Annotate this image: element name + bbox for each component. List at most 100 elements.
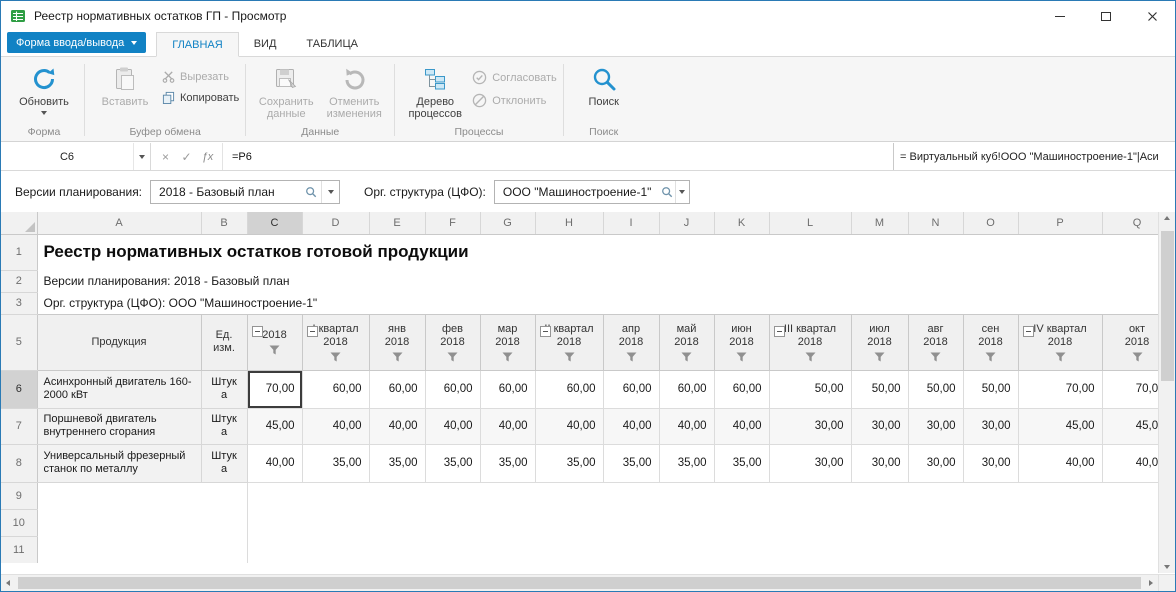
column-header-J[interactable]: J	[659, 212, 714, 234]
horizontal-scrollbar[interactable]	[1, 574, 1158, 591]
value-cell-G8[interactable]: 35,00	[480, 444, 535, 482]
value-cell-G7[interactable]: 40,00	[480, 408, 535, 444]
minimize-button[interactable]	[1037, 1, 1083, 31]
table-header-D[interactable]: I квартал2018	[302, 314, 369, 370]
value-cell-N7[interactable]: 30,00	[908, 408, 963, 444]
lookup-search-icon[interactable]	[301, 186, 321, 198]
process-tree-button[interactable]: Дерево процессов	[401, 60, 469, 120]
filter-funnel-icon[interactable]	[985, 352, 996, 362]
value-cell-F6[interactable]: 60,00	[425, 370, 480, 408]
filter-funnel-icon[interactable]	[1055, 352, 1066, 362]
value-cell-M7[interactable]: 30,00	[851, 408, 908, 444]
table-header-F[interactable]: фев2018	[425, 314, 480, 370]
sheet-title-cell[interactable]: Реестр нормативных остатков готовой прод…	[37, 234, 1158, 270]
table-header-H[interactable]: II квартал2018	[535, 314, 603, 370]
tab-home[interactable]: ГЛАВНАЯ	[156, 32, 238, 57]
table-header-G[interactable]: мар2018	[480, 314, 535, 370]
filter-funnel-icon[interactable]	[447, 352, 458, 362]
value-cell-L8[interactable]: 30,00	[769, 444, 851, 482]
value-cell-J6[interactable]: 60,00	[659, 370, 714, 408]
value-cell-P6[interactable]: 70,00	[1018, 370, 1102, 408]
row-header-1[interactable]: 1	[1, 234, 37, 270]
value-cell-F7[interactable]: 40,00	[425, 408, 480, 444]
empty-cell[interactable]	[247, 536, 1158, 563]
collapse-minus-icon[interactable]	[307, 326, 318, 337]
product-cell-A6[interactable]: Асинхронный двигатель 160-2000 кВт	[37, 370, 201, 408]
table-header-L[interactable]: III квартал2018	[769, 314, 851, 370]
table-header-N[interactable]: авг2018	[908, 314, 963, 370]
org-structure-combobox[interactable]: ООО "Машиностроение-1"	[494, 180, 690, 204]
value-cell-K7[interactable]: 40,00	[714, 408, 769, 444]
filter-funnel-icon[interactable]	[564, 352, 575, 362]
table-header-K[interactable]: июн2018	[714, 314, 769, 370]
column-header-G[interactable]: G	[480, 212, 535, 234]
row-header-10[interactable]: 10	[1, 509, 37, 536]
row-header-6[interactable]: 6	[1, 370, 37, 408]
unit-cell-B6[interactable]: Штука	[201, 370, 247, 408]
lookup-search-icon[interactable]	[659, 186, 674, 198]
value-cell-O7[interactable]: 30,00	[963, 408, 1018, 444]
value-cell-Q6[interactable]: 70,00	[1102, 370, 1158, 408]
collapse-minus-icon[interactable]	[252, 326, 263, 337]
combo-dropdown-arrow[interactable]	[675, 181, 689, 203]
table-header-A[interactable]: Продукция	[37, 314, 201, 370]
sheet-info-cell[interactable]: Версии планирования: 2018 - Базовый план	[37, 270, 1158, 292]
scroll-up-icon[interactable]	[1164, 216, 1170, 220]
value-cell-G6[interactable]: 60,00	[480, 370, 535, 408]
table-header-P[interactable]: IV квартал2018	[1018, 314, 1102, 370]
value-cell-C8[interactable]: 40,00	[247, 444, 302, 482]
vertical-scrollbar[interactable]	[1158, 212, 1175, 573]
horizontal-scroll-thumb[interactable]	[18, 577, 1141, 589]
table-header-O[interactable]: сен2018	[963, 314, 1018, 370]
value-cell-M8[interactable]: 30,00	[851, 444, 908, 482]
filter-funnel-icon[interactable]	[269, 345, 280, 355]
value-cell-N8[interactable]: 30,00	[908, 444, 963, 482]
column-header-A[interactable]: A	[37, 212, 201, 234]
value-cell-E6[interactable]: 60,00	[369, 370, 425, 408]
row-header-9[interactable]: 9	[1, 482, 37, 509]
value-cell-D6[interactable]: 60,00	[302, 370, 369, 408]
refresh-button[interactable]: Обновить	[10, 60, 78, 115]
scroll-down-icon[interactable]	[1164, 565, 1170, 569]
column-header-H[interactable]: H	[535, 212, 603, 234]
unit-cell-B7[interactable]: Штука	[201, 408, 247, 444]
sheet-info-cell[interactable]: Орг. структура (ЦФО): ООО "Машиностроени…	[37, 292, 1158, 314]
row-header-2[interactable]: 2	[1, 270, 37, 292]
value-cell-K8[interactable]: 35,00	[714, 444, 769, 482]
value-cell-D7[interactable]: 40,00	[302, 408, 369, 444]
value-cell-E7[interactable]: 40,00	[369, 408, 425, 444]
value-cell-F8[interactable]: 35,00	[425, 444, 480, 482]
approve-button[interactable]: Согласовать	[472, 70, 556, 85]
product-cell-A7[interactable]: Поршневой двигатель внутреннего сгорания	[37, 408, 201, 444]
paste-button[interactable]: Вставить	[91, 60, 159, 108]
table-header-Q[interactable]: окт2018	[1102, 314, 1158, 370]
table-header-B[interactable]: Ед. изм.	[201, 314, 247, 370]
select-all-corner[interactable]	[1, 212, 37, 234]
value-cell-C7[interactable]: 45,00	[247, 408, 302, 444]
cell-name-box[interactable]: C6	[1, 143, 151, 170]
tab-table[interactable]: ТАБЛИЦА	[291, 31, 373, 56]
tab-view[interactable]: ВИД	[239, 31, 292, 56]
value-cell-H8[interactable]: 35,00	[535, 444, 603, 482]
column-header-L[interactable]: L	[769, 212, 851, 234]
row-header-8[interactable]: 8	[1, 444, 37, 482]
column-header-D[interactable]: D	[302, 212, 369, 234]
copy-button[interactable]: Копировать	[162, 91, 239, 104]
filter-funnel-icon[interactable]	[930, 352, 941, 362]
empty-cell[interactable]	[247, 509, 1158, 536]
value-cell-L6[interactable]: 50,00	[769, 370, 851, 408]
collapse-minus-icon[interactable]	[540, 326, 551, 337]
table-header-E[interactable]: янв2018	[369, 314, 425, 370]
collapse-minus-icon[interactable]	[774, 326, 785, 337]
collapse-minus-icon[interactable]	[1023, 326, 1034, 337]
value-cell-O6[interactable]: 50,00	[963, 370, 1018, 408]
row-header-5[interactable]: 5	[1, 314, 37, 370]
cancel-entry-icon[interactable]: ×	[156, 150, 175, 164]
empty-cell[interactable]	[37, 536, 247, 563]
value-cell-L7[interactable]: 30,00	[769, 408, 851, 444]
filter-funnel-icon[interactable]	[736, 352, 747, 362]
row-header-7[interactable]: 7	[1, 408, 37, 444]
filter-funnel-icon[interactable]	[626, 352, 637, 362]
version-combobox[interactable]: 2018 - Базовый план	[150, 180, 340, 204]
value-cell-D8[interactable]: 35,00	[302, 444, 369, 482]
